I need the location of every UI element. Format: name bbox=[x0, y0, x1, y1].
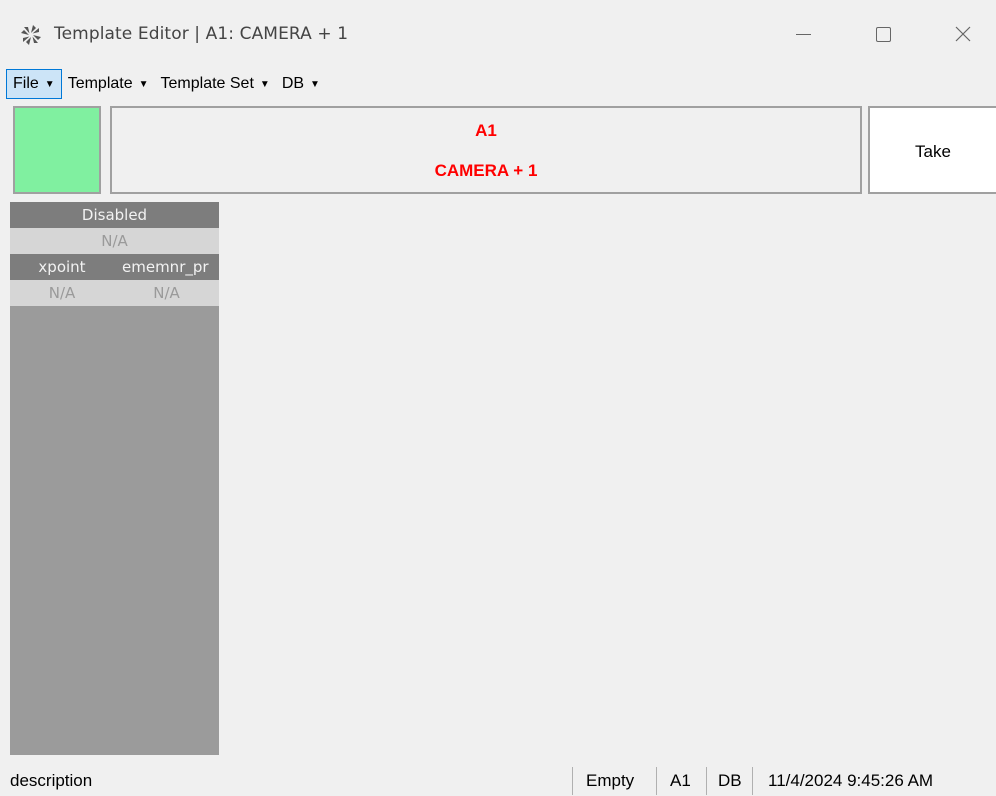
status-indicator bbox=[13, 106, 101, 194]
menu-file[interactable]: File ▼ bbox=[6, 69, 62, 99]
status-description: description bbox=[10, 771, 93, 790]
panel-columns-value-row[interactable]: N/A N/A bbox=[10, 280, 219, 306]
xpoint-header: xpoint bbox=[38, 258, 86, 276]
close-icon bbox=[955, 26, 971, 42]
panel-value-row[interactable]: N/A bbox=[10, 228, 219, 254]
status-timestamp: 11/4/2024 9:45:26 AM bbox=[768, 771, 934, 790]
template-id: A1 bbox=[475, 121, 497, 140]
menu-template-set[interactable]: Template Set ▼ bbox=[155, 69, 276, 99]
pinwheel-icon bbox=[20, 24, 42, 46]
dropdown-arrow-icon: ▼ bbox=[259, 78, 270, 90]
menu-bar: File ▼ Template ▼ Template Set ▼ DB ▼ bbox=[6, 68, 326, 100]
status-id: A1 bbox=[670, 771, 691, 790]
status-divider bbox=[656, 767, 657, 795]
menu-template[interactable]: Template ▼ bbox=[62, 69, 155, 99]
template-name: CAMERA + 1 bbox=[434, 161, 538, 180]
status-divider bbox=[572, 767, 573, 795]
dropdown-arrow-icon: ▼ bbox=[138, 78, 149, 90]
disabled-value: N/A bbox=[101, 232, 128, 250]
maximize-button[interactable] bbox=[856, 14, 910, 54]
menu-file-label: File bbox=[13, 75, 39, 92]
status-state: Empty bbox=[586, 771, 635, 790]
minimize-button[interactable] bbox=[776, 14, 830, 54]
menu-db[interactable]: DB ▼ bbox=[276, 69, 326, 99]
status-divider bbox=[706, 767, 707, 795]
menu-template-set-label: Template Set bbox=[160, 75, 254, 92]
take-button[interactable]: Take bbox=[868, 106, 996, 194]
minimize-icon bbox=[796, 34, 811, 35]
field-panel: Disabled N/A xpoint ememnr_pr N/A N/A bbox=[10, 202, 219, 755]
disabled-header: Disabled bbox=[81, 206, 148, 224]
title-bar: Template Editor | A1: CAMERA + 1 bbox=[0, 0, 996, 68]
maximize-icon bbox=[876, 27, 891, 42]
dropdown-arrow-icon: ▼ bbox=[44, 78, 55, 90]
status-db: DB bbox=[718, 771, 742, 790]
menu-template-label: Template bbox=[67, 75, 133, 92]
menu-db-label: DB bbox=[281, 75, 305, 92]
take-button-label: Take bbox=[915, 142, 951, 161]
panel-columns-header-row: xpoint ememnr_pr bbox=[10, 254, 219, 280]
template-header: A1 CAMERA + 1 bbox=[110, 106, 862, 194]
status-bar: description Empty A1 DB 11/4/2024 9:45:2… bbox=[0, 763, 996, 796]
panel-header-row: Disabled bbox=[10, 202, 219, 228]
xpoint-value: N/A bbox=[48, 284, 76, 302]
ememnr-header: ememnr_pr bbox=[122, 258, 209, 276]
dropdown-arrow-icon: ▼ bbox=[310, 78, 320, 90]
window-title: Template Editor | A1: CAMERA + 1 bbox=[54, 24, 349, 44]
ememnr-value: N/A bbox=[153, 284, 180, 302]
status-divider bbox=[752, 767, 753, 795]
close-button[interactable] bbox=[936, 14, 990, 54]
